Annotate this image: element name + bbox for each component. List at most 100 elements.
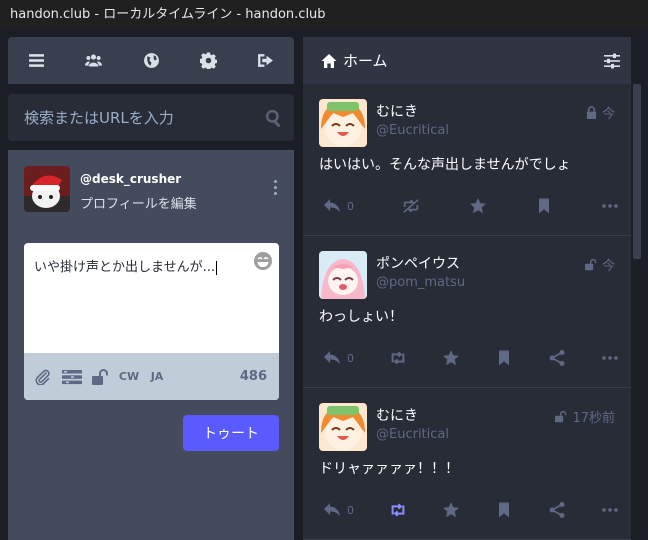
reply-button[interactable]: 0 (323, 349, 354, 367)
reply-button[interactable]: 0 (323, 197, 354, 215)
retweet-icon (391, 503, 405, 517)
unlock-icon (92, 368, 108, 385)
reply-count: 0 (347, 351, 354, 365)
emoji-picker-button[interactable] (253, 251, 273, 271)
search-box[interactable]: 検索またはURLを入力 (8, 94, 294, 141)
column-settings-button[interactable] (603, 52, 621, 70)
share-button[interactable] (548, 501, 566, 519)
status-content: わっしょい！ (319, 309, 403, 325)
status-action-bar: 0 (323, 348, 619, 368)
account-handle[interactable]: @desk_crusher (80, 172, 181, 186)
share-icon (549, 350, 565, 366)
nav-menu-button[interactable] (8, 37, 65, 84)
bookmark-icon (499, 350, 509, 366)
display-name[interactable]: むにき (376, 101, 418, 121)
favourite-button[interactable] (469, 197, 487, 215)
lock-icon (586, 106, 597, 119)
display-name[interactable]: むにき (376, 405, 418, 425)
poll-button[interactable] (62, 367, 82, 387)
reply-icon (324, 199, 340, 213)
status-content: はいはい。そんな声出しませんがでしょ (319, 157, 571, 173)
avatar[interactable] (319, 403, 367, 451)
privacy-dropdown-button[interactable] (92, 367, 110, 387)
window-title: handon.club - ローカルタイムライン - handon.club (0, 0, 648, 30)
nav-federated-timeline-button[interactable] (122, 37, 179, 84)
search-icon (254, 109, 294, 127)
avatar[interactable] (319, 99, 367, 147)
more-button[interactable] (601, 501, 619, 519)
boost-disabled-icon (403, 199, 419, 213)
nav-preferences-button[interactable] (180, 37, 237, 84)
text-caret (216, 260, 218, 275)
more-button[interactable] (601, 349, 619, 367)
status-content: ドリャァァァァ！！！ (319, 461, 459, 477)
star-icon (443, 502, 459, 518)
compose-textarea[interactable]: いや掛け声とか出しませんが... (34, 256, 244, 275)
language-dropdown-button[interactable]: JA (148, 367, 166, 387)
nav-logout-button[interactable] (237, 37, 294, 84)
status-meta: 17秒前 (555, 407, 615, 426)
status-item[interactable]: ポンペイウス @pom_matsu 今 わっしょい！ 0 (303, 236, 631, 388)
more-button[interactable] (601, 197, 619, 215)
favourite-button[interactable] (442, 349, 460, 367)
toot-button[interactable]: トゥート (183, 415, 279, 451)
reply-button[interactable]: 0 (323, 501, 354, 519)
edit-profile-link[interactable]: プロフィールを編集 (80, 193, 197, 212)
boost-button[interactable] (402, 197, 420, 215)
boost-button-active[interactable] (389, 501, 407, 519)
search-input[interactable]: 検索またはURLを入力 (8, 107, 254, 128)
drawer-nav (8, 37, 294, 84)
compose-form: いや掛け声とか出しませんが... CW JA 486 (24, 243, 279, 400)
dot-icon (273, 186, 277, 189)
ellipsis-icon (602, 204, 618, 208)
avatar[interactable] (319, 251, 367, 299)
share-icon (549, 502, 565, 518)
nav-local-timeline-button[interactable] (65, 37, 122, 84)
ellipsis-icon (602, 356, 618, 360)
status-meta: 今 (585, 103, 615, 122)
reply-icon (324, 503, 340, 517)
reply-count: 0 (347, 503, 354, 517)
status-action-bar: 0 (323, 500, 619, 520)
globe-icon (143, 53, 159, 68)
boost-button[interactable] (389, 349, 407, 367)
status-item[interactable]: むにき @Eucritical 17秒前 ドリャァァァァ！！！ 0 (303, 388, 631, 540)
favourite-button[interactable] (442, 501, 460, 519)
share-button[interactable] (548, 349, 566, 367)
grinning-emoji-icon (254, 252, 272, 270)
star-icon (469, 198, 486, 214)
home-icon (321, 53, 337, 69)
upload-button[interactable] (34, 367, 52, 387)
status-meta: 今 (584, 255, 615, 274)
display-name[interactable]: ポンペイウス (376, 253, 460, 273)
status-timestamp[interactable]: 今 (602, 103, 615, 122)
column-header[interactable]: ホーム (303, 37, 631, 84)
status-timestamp[interactable]: 17秒前 (572, 407, 615, 426)
users-icon (85, 54, 103, 67)
dot-icon (273, 180, 277, 183)
avatar[interactable] (24, 166, 70, 212)
status-action-bar: 0 (323, 196, 619, 216)
status-timestamp[interactable]: 今 (602, 255, 615, 274)
column-title: ホーム (343, 52, 388, 70)
retweet-icon (391, 351, 405, 365)
content-warning-button[interactable]: CW (119, 367, 139, 387)
account-menu-button[interactable] (270, 180, 280, 195)
bookmark-button[interactable] (535, 197, 553, 215)
dot-icon (273, 192, 277, 195)
account-handle[interactable]: @Eucritical (376, 427, 449, 442)
bookmark-button[interactable] (495, 349, 513, 367)
sign-out-icon (257, 54, 273, 67)
tasks-icon (62, 369, 82, 384)
account-handle[interactable]: @pom_matsu (376, 275, 465, 290)
ellipsis-icon (602, 508, 618, 512)
scrollbar-thumb[interactable] (633, 84, 641, 259)
account-handle[interactable]: @Eucritical (376, 123, 449, 138)
reply-icon (324, 351, 340, 365)
bars-icon (29, 54, 45, 67)
bookmark-button[interactable] (495, 501, 513, 519)
unlock-icon (584, 258, 597, 271)
compose-text: いや掛け声とか出しませんが... (34, 260, 216, 275)
compose-toolbar: CW JA 486 (24, 353, 279, 400)
status-item[interactable]: むにき @Eucritical 今 はいはい。そんな声出しませんがでしょ 0 (303, 84, 631, 236)
